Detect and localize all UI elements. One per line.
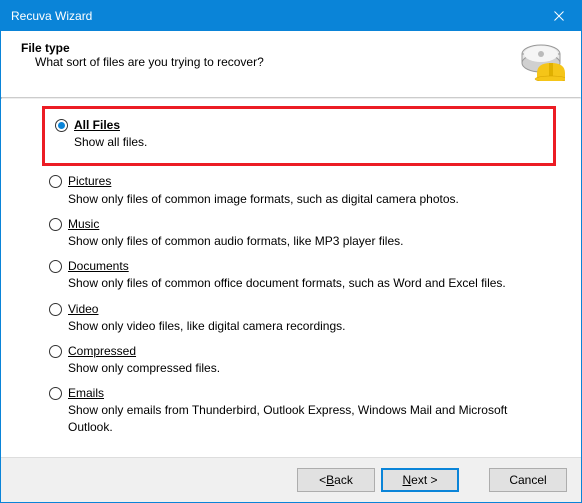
button-spacer [465, 468, 483, 492]
close-icon [554, 11, 564, 21]
option-text: Pictures Show only files of common image… [68, 173, 549, 206]
option-music[interactable]: Music Show only files of common audio fo… [45, 213, 553, 255]
option-label: Video [68, 301, 98, 317]
radio-all-files[interactable] [55, 119, 68, 132]
option-desc: Show only emails from Thunderbird, Outlo… [68, 402, 549, 434]
wizard-footer: < Back Next > Cancel [1, 457, 581, 502]
option-text: Documents Show only files of common offi… [68, 258, 549, 291]
option-desc: Show only files of common image formats,… [68, 191, 549, 207]
option-text: Video Show only video files, like digita… [68, 301, 549, 334]
option-label: Emails [68, 385, 104, 401]
cancel-button[interactable]: Cancel [489, 468, 567, 492]
hardhat-drive-icon [517, 41, 565, 81]
back-button[interactable]: < Back [297, 468, 375, 492]
radio-documents[interactable] [49, 260, 62, 273]
option-label: Documents [68, 258, 129, 274]
option-text: Music Show only files of common audio fo… [68, 216, 549, 249]
option-desc: Show all files. [74, 134, 543, 150]
back-button-label: B [326, 473, 334, 487]
radio-compressed[interactable] [49, 345, 62, 358]
next-button[interactable]: Next > [381, 468, 459, 492]
option-all-files[interactable]: All Files Show all files. [51, 114, 547, 156]
radio-emails[interactable] [49, 387, 62, 400]
header-subtitle: What sort of files are you trying to rec… [35, 55, 517, 69]
option-emails[interactable]: Emails Show only emails from Thunderbird… [45, 382, 553, 441]
option-text: Compressed Show only compressed files. [68, 343, 549, 376]
radio-music[interactable] [49, 218, 62, 231]
radio-video[interactable] [49, 303, 62, 316]
header-text: File type What sort of files are you try… [21, 41, 517, 69]
option-compressed[interactable]: Compressed Show only compressed files. [45, 340, 553, 382]
option-label: Music [68, 216, 99, 232]
option-desc: Show only files of common office documen… [68, 275, 549, 291]
next-button-label: N [402, 473, 411, 487]
option-desc: Show only compressed files. [68, 360, 549, 376]
option-desc: Show only files of common audio formats,… [68, 233, 549, 249]
close-button[interactable] [536, 1, 581, 31]
option-pictures[interactable]: Pictures Show only files of common image… [45, 170, 553, 212]
titlebar: Recuva Wizard [1, 1, 581, 31]
option-label: Pictures [68, 173, 111, 189]
option-documents[interactable]: Documents Show only files of common offi… [45, 255, 553, 297]
option-label: All Files [74, 117, 120, 133]
radio-pictures[interactable] [49, 175, 62, 188]
option-text: All Files Show all files. [74, 117, 543, 150]
file-type-options: All Files Show all files. Pictures Show … [45, 106, 553, 441]
wizard-body: All Files Show all files. Pictures Show … [1, 99, 581, 457]
option-video[interactable]: Video Show only video files, like digita… [45, 298, 553, 340]
option-text: Emails Show only emails from Thunderbird… [68, 385, 549, 435]
window-title: Recuva Wizard [11, 9, 536, 23]
option-label: Compressed [68, 343, 136, 359]
wizard-header: File type What sort of files are you try… [1, 31, 581, 97]
highlight-box: All Files Show all files. [42, 106, 556, 166]
wizard-window: Recuva Wizard File type What sort of fil… [0, 0, 582, 503]
option-desc: Show only video files, like digital came… [68, 318, 549, 334]
header-title: File type [21, 41, 517, 55]
